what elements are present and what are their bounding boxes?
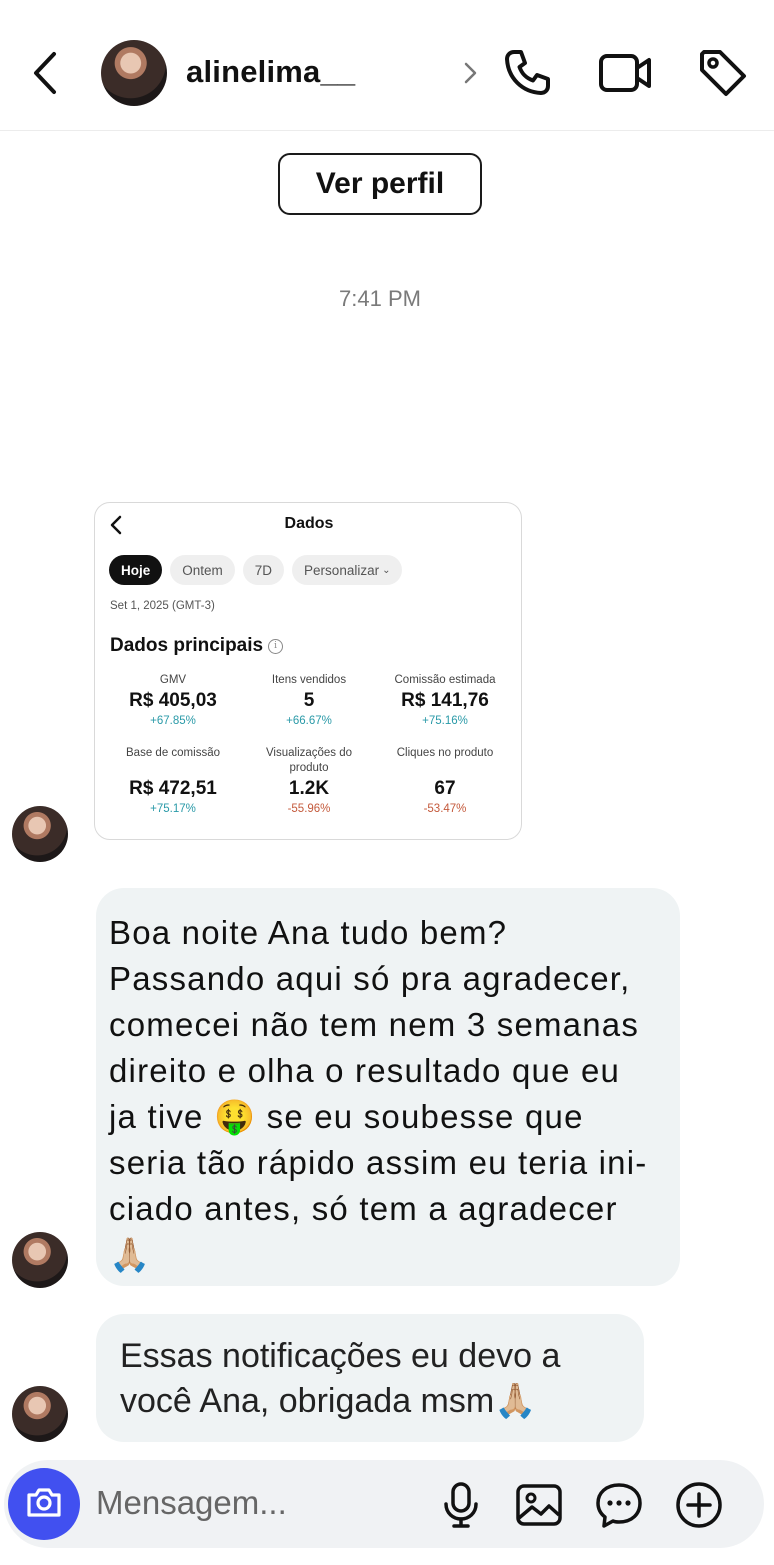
metric-estimated-commission: Comissão estimada R$ 141,76 +75.16% — [377, 673, 513, 727]
metric-delta: -53.47% — [423, 803, 467, 815]
metric-label: Itens vendidos — [271, 674, 347, 686]
message-text: Essas notificações eu devo a você Ana, o… — [120, 1337, 561, 1420]
microphone-icon[interactable] — [436, 1480, 486, 1530]
message-bubble[interactable]: Essas notificações eu devo a você Ana, o… — [96, 1314, 644, 1442]
username[interactable]: alinelima__ — [186, 54, 355, 90]
section-title: Dados principais i — [110, 635, 284, 657]
card-title: Dados — [284, 515, 334, 532]
tag-icon[interactable] — [696, 46, 750, 100]
metric-product-views: Visualizações do produto 1.2K -55.96% — [241, 746, 377, 815]
info-icon: i — [268, 638, 284, 654]
message-composer: Mensagem... — [4, 1460, 764, 1548]
chip-custom: Personalizar ⌄ — [292, 555, 403, 585]
back-arrow-icon[interactable] — [26, 48, 66, 98]
message-text: Boa noite Ana tudo bem? Passando aqui só… — [109, 914, 648, 1273]
message-input[interactable]: Mensagem... — [96, 1484, 287, 1522]
metric-label: Base de comissão — [126, 747, 220, 759]
chat-header: alinelima__ — [0, 0, 774, 131]
metric-label: Visualizações do produto — [265, 747, 353, 774]
camera-icon — [25, 1485, 63, 1524]
avatar[interactable] — [101, 40, 167, 106]
chip-7d: 7D — [242, 555, 285, 585]
plus-icon[interactable] — [674, 1480, 724, 1530]
metric-delta: +75.16% — [422, 715, 468, 727]
metric-gmv: GMV R$ 405,03 +67.85% — [105, 673, 241, 727]
metric-delta: +67.85% — [150, 715, 196, 727]
metric-value: 1.2K — [288, 778, 330, 799]
video-icon[interactable] — [597, 46, 651, 100]
metric-label: Comissão estimada — [394, 674, 496, 686]
metric-value: 67 — [434, 778, 456, 799]
metric-commission-base: Base de comissão R$ 472,51 +75.17% — [105, 746, 241, 815]
chip-today: Hoje — [109, 555, 163, 585]
sender-avatar[interactable] — [12, 1386, 68, 1442]
chevron-down-icon: ⌄ — [382, 564, 391, 576]
camera-button[interactable] — [8, 1468, 80, 1540]
metric-label: Cliques no produto — [396, 747, 494, 759]
shared-image-message[interactable]: Dados Hoje Ontem 7D Personalizar ⌄ Set 1,… — [94, 502, 522, 840]
metric-delta: +66.67% — [286, 715, 332, 727]
date-filter-chips: Hoje Ontem 7D Personalizar ⌄ — [109, 555, 403, 585]
message-timestamp: 7:41 PM — [339, 286, 421, 311]
phone-icon[interactable] — [500, 46, 554, 100]
sticker-icon[interactable] — [594, 1480, 644, 1530]
message-bubble[interactable]: Boa noite Ana tudo bem? Passando aqui só… — [96, 888, 680, 1286]
sender-avatar[interactable] — [12, 806, 68, 862]
chip-custom-label: Personalizar — [304, 562, 380, 578]
card-date: Set 1, 2025 (GMT-3) — [110, 600, 215, 612]
metric-value: R$ 141,76 — [401, 690, 489, 711]
metric-product-clicks: Cliques no produto 67 -53.47% — [377, 746, 513, 815]
metric-delta: +75.17% — [150, 803, 196, 815]
metric-items-sold: Itens vendidos 5 +66.67% — [241, 673, 377, 727]
metric-label: GMV — [159, 674, 187, 686]
metric-value: R$ 472,51 — [129, 778, 217, 799]
metric-value: 5 — [303, 690, 315, 711]
chevron-right-icon[interactable] — [462, 60, 480, 91]
metric-delta: -55.96% — [287, 803, 331, 815]
image-icon[interactable] — [514, 1480, 564, 1530]
section-title-text: Dados principais — [110, 635, 264, 656]
chip-yesterday: Ontem — [170, 555, 235, 585]
view-profile-button[interactable]: Ver perfil — [278, 153, 482, 215]
metric-value: R$ 405,03 — [129, 690, 217, 711]
sender-avatar[interactable] — [12, 1232, 68, 1288]
